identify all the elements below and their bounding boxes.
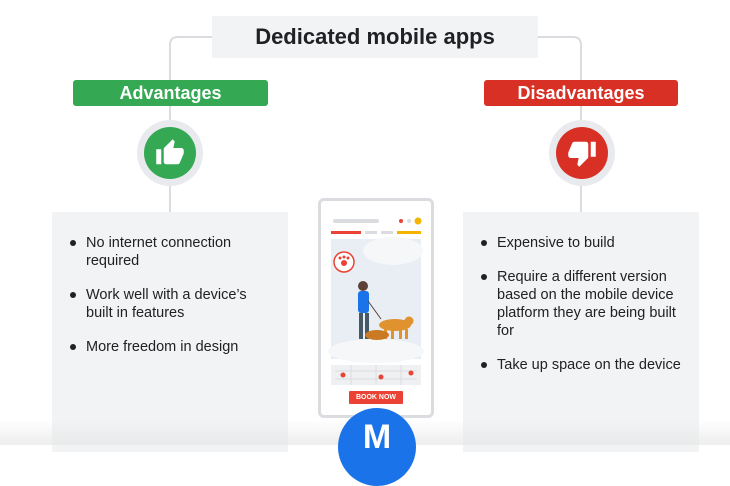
advantages-list: No internet connection required Work wel… xyxy=(52,212,288,356)
book-now-button: BOOK NOW xyxy=(349,391,403,404)
disadvantages-label: Disadvantages xyxy=(484,80,678,106)
disadvantages-list: Expensive to build Require a different v… xyxy=(463,212,699,374)
list-item: Take up space on the device xyxy=(463,356,699,374)
phone-mockup: BOOK NOW xyxy=(318,198,434,418)
thumbs-down-icon xyxy=(568,141,596,167)
list-item: Require a different version based on the… xyxy=(463,268,699,340)
advantages-panel: No internet connection required Work wel… xyxy=(52,212,288,452)
phone-screen-illustration xyxy=(328,217,424,385)
disadvantages-panel: Expensive to build Require a different v… xyxy=(463,212,699,452)
thumbs-up-icon xyxy=(156,139,184,165)
advantages-badge xyxy=(137,120,203,186)
disadvantages-badge xyxy=(549,120,615,186)
list-item: More freedom in design xyxy=(52,338,288,356)
advantages-label: Advantages xyxy=(73,80,268,106)
logo-badge: M xyxy=(338,408,416,486)
list-item: Work well with a device’s built in featu… xyxy=(52,286,288,322)
list-item: Expensive to build xyxy=(463,234,699,252)
list-item: No internet connection required xyxy=(52,234,288,270)
diagram-title: Dedicated mobile apps xyxy=(212,16,538,58)
logo-letter: M xyxy=(362,418,392,456)
